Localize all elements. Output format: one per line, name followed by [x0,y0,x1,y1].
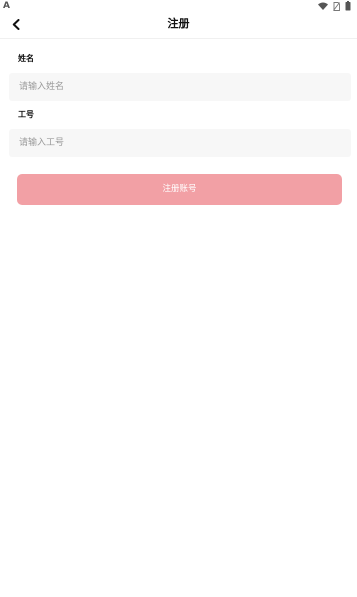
wifi-icon [318,2,328,10]
no-sim-icon [333,1,340,11]
notification-indicator: A [3,1,10,11]
name-input[interactable] [9,73,351,101]
register-button[interactable]: 注册账号 [17,174,342,205]
navigation-bar: 注册 [0,12,357,39]
page-title: 注册 [167,17,190,30]
status-bar: A [0,0,357,12]
employee-id-label: 工号 [18,110,34,119]
battery-icon [345,1,351,11]
status-icons [318,1,351,11]
name-label: 姓名 [18,54,34,63]
employee-id-input[interactable] [9,129,351,157]
